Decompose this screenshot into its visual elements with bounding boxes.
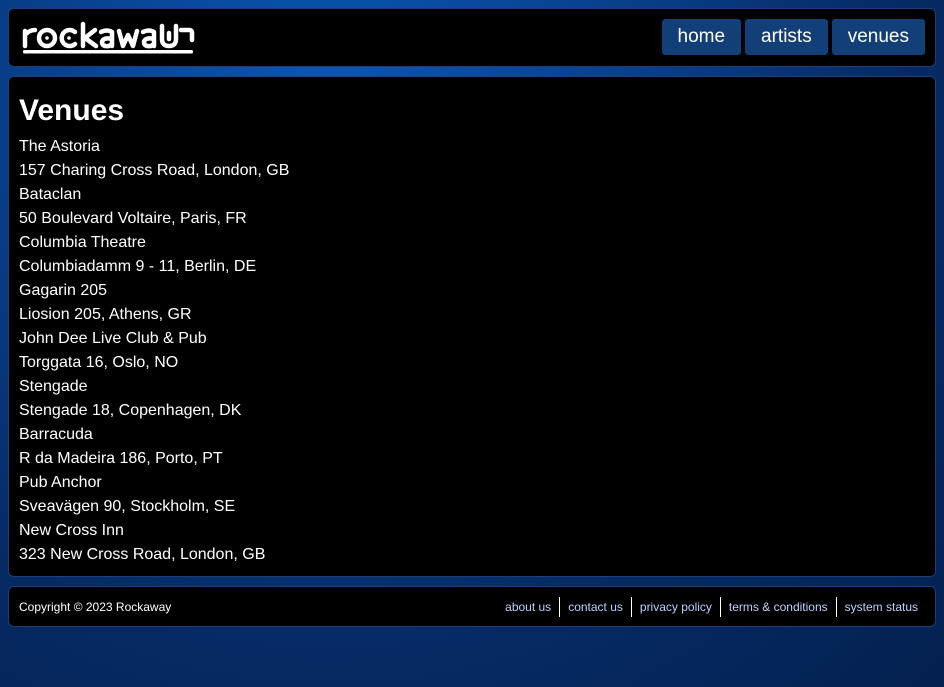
rockaway-logo[interactable] <box>21 18 197 56</box>
copyright-text: Copyright © 2023 Rockaway <box>19 600 172 614</box>
venue-address: 157 Charing Cross Road, London, GB <box>19 162 290 179</box>
footer-link-privacy-policy[interactable]: privacy policy <box>630 597 720 617</box>
venue-address: Sveavägen 90, Stockholm, SE <box>19 498 236 515</box>
venue-address: 50 Boulevard Voltaire, Paris, FR <box>19 210 247 227</box>
footer-link-terms-conditions[interactable]: terms & conditions <box>719 597 836 617</box>
venue-address: Liosion 205, Athens, GR <box>19 306 192 323</box>
venue-name: Barracuda <box>19 426 93 443</box>
site-footer: Copyright © 2023 Rockaway about us conta… <box>8 586 936 627</box>
nav-artists-button[interactable]: artists <box>745 19 828 55</box>
footer-link-system-status[interactable]: system status <box>835 597 927 617</box>
venue-name: New Cross Inn <box>19 522 124 539</box>
site-header: home artists venues <box>8 8 936 67</box>
venue-name: Pub Anchor <box>19 474 102 491</box>
footer-link-contact-us[interactable]: contact us <box>559 597 631 617</box>
venue-name: The Astoria <box>19 138 100 155</box>
nav-home-button[interactable]: home <box>661 19 742 55</box>
nav-venues-button[interactable]: venues <box>831 19 925 55</box>
venue-name: Stengade <box>19 378 88 395</box>
main-content: Venues The Astoria 157 Charing Cross Roa… <box>8 76 936 577</box>
page-title: Venues <box>19 94 125 127</box>
venue-name: Bataclan <box>19 186 82 203</box>
venue-name: Gagarin 205 <box>19 282 108 299</box>
main-nav: home artists venues <box>661 19 925 55</box>
footer-link-about-us[interactable]: about us <box>497 597 559 617</box>
venue-address: Torggata 16, Oslo, NO <box>19 354 179 371</box>
venue-name: John Dee Live Club & Pub <box>19 330 207 347</box>
venue-address: Stengade 18, Copenhagen, DK <box>19 402 242 419</box>
venue-address: R da Madeira 186, Porto, PT <box>19 450 223 467</box>
rockaway-logo-graphic <box>22 21 195 54</box>
venue-address: Columbiadamm 9 - 11, Berlin, DE <box>19 258 257 275</box>
venue-name: Columbia Theatre <box>19 234 146 251</box>
venue-address: 323 New Cross Road, London, GB <box>19 546 266 563</box>
footer-links: about us contact us privacy policy terms… <box>497 597 927 617</box>
venue-list: The Astoria 157 Charing Cross Road, Lond… <box>19 135 925 567</box>
